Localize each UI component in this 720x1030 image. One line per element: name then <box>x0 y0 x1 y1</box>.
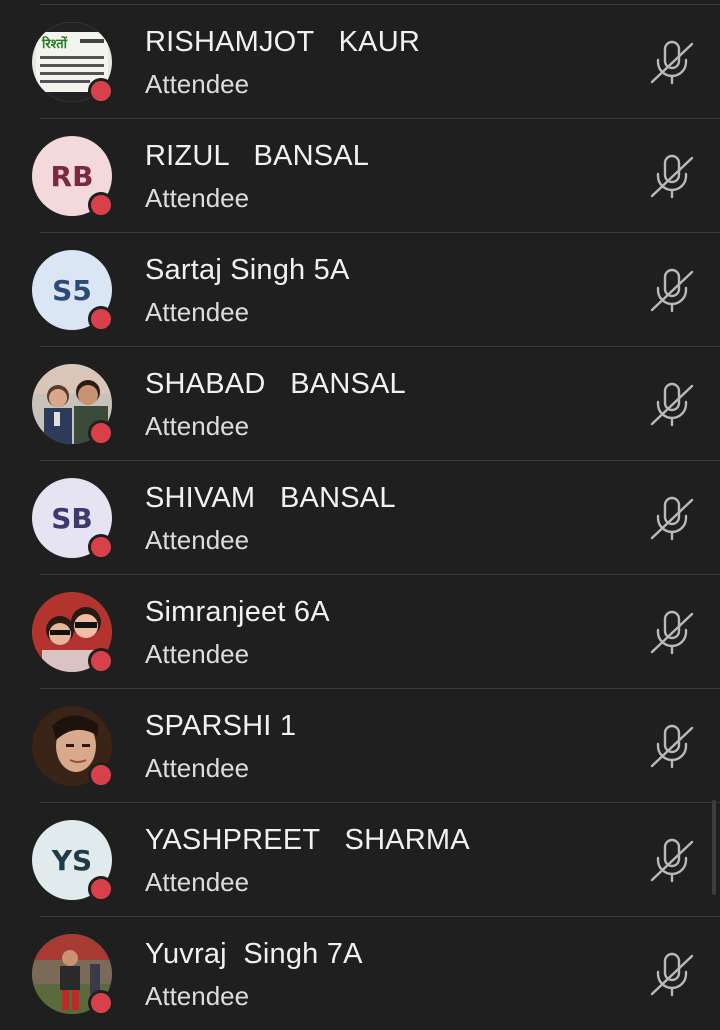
avatar: S5 <box>32 250 114 332</box>
participant-row-shivam-bansal[interactable]: SB SHIVAM BANSAL Attendee <box>0 461 720 575</box>
participant-role: Attendee <box>145 525 250 555</box>
participant-role: Attendee <box>145 183 250 213</box>
participant-name: Sartaj Singh 5A <box>145 254 350 286</box>
presence-busy-dot <box>88 534 114 560</box>
mic-off-icon[interactable] <box>646 36 698 88</box>
participant-row-yuvraj-singh-7a[interactable]: Yuvraj Singh 7A Attendee <box>0 917 720 1030</box>
participant-role: Attendee <box>145 639 250 669</box>
participant-row-sparshi-1[interactable]: SPARSHI 1 Attendee <box>0 689 720 803</box>
participant-row-rizul-bansal[interactable]: RB RIZUL BANSAL Attendee <box>0 119 720 233</box>
participant-role: Attendee <box>145 753 250 783</box>
participant-role: Attendee <box>145 981 250 1011</box>
participant-name: SHABAD BANSAL <box>145 368 406 400</box>
mic-off-icon[interactable] <box>646 264 698 316</box>
mic-off-icon[interactable] <box>646 834 698 886</box>
avatar: YS <box>32 820 114 902</box>
participant-row-sartaj-singh-5a[interactable]: S5 Sartaj Singh 5A Attendee <box>0 233 720 347</box>
participant-role: Attendee <box>145 69 250 99</box>
presence-busy-dot <box>88 990 114 1016</box>
presence-busy-dot <box>88 192 114 218</box>
participant-row-rishamjot-kaur[interactable]: रिश्तों RISHAMJOT KAUR Attendee <box>0 5 720 119</box>
presence-busy-dot <box>88 420 114 446</box>
avatar <box>32 592 114 674</box>
mic-off-icon[interactable] <box>646 720 698 772</box>
participant-role: Attendee <box>145 411 250 441</box>
presence-busy-dot <box>88 306 114 332</box>
participant-name: Simranjeet 6A <box>145 596 330 628</box>
presence-busy-dot <box>88 648 114 674</box>
avatar <box>32 706 114 788</box>
participant-name: RIZUL BANSAL <box>145 140 370 172</box>
participant-name: SHIVAM BANSAL <box>145 482 396 514</box>
avatar: रिश्तों <box>32 22 114 104</box>
avatar: RB <box>32 136 114 218</box>
mic-off-icon[interactable] <box>646 948 698 1000</box>
svg-text:रिश्तों: रिश्तों <box>41 36 68 52</box>
participant-role: Attendee <box>145 867 250 897</box>
presence-busy-dot <box>88 876 114 902</box>
participant-name: Yuvraj Singh 7A <box>145 938 363 970</box>
mic-off-icon[interactable] <box>646 378 698 430</box>
participant-row-shabad-bansal[interactable]: SHABAD BANSAL Attendee <box>0 347 720 461</box>
participant-name: YASHPREET SHARMA <box>145 824 470 856</box>
avatar <box>32 364 114 446</box>
mic-off-icon[interactable] <box>646 606 698 658</box>
participant-row-simranjeet-6a[interactable]: Simranjeet 6A Attendee <box>0 575 720 689</box>
participant-role: Attendee <box>145 297 250 327</box>
avatar <box>32 934 114 1016</box>
scrollbar-thumb[interactable] <box>712 800 716 895</box>
mic-off-icon[interactable] <box>646 150 698 202</box>
participant-name: SPARSHI 1 <box>145 710 297 742</box>
avatar: SB <box>32 478 114 560</box>
mic-off-icon[interactable] <box>646 492 698 544</box>
participant-name: RISHAMJOT KAUR <box>145 26 420 58</box>
presence-busy-dot <box>88 78 114 104</box>
participant-list: रिश्तों RISHAMJOT KAUR Attendee RB RIZUL… <box>0 0 720 1030</box>
participant-row-yashpreet-sharma[interactable]: YS YASHPREET SHARMA Attendee <box>0 803 720 917</box>
presence-busy-dot <box>88 762 114 788</box>
